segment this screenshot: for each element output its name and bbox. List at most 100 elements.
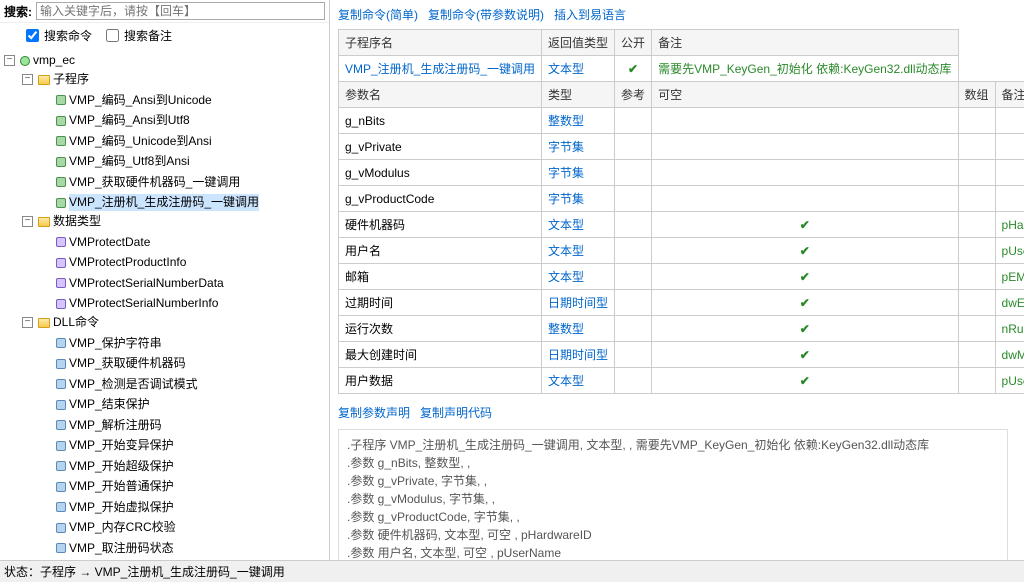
param-remark: pEMail [995,264,1024,290]
param-ref [615,212,652,238]
param-ref [615,264,652,290]
param-opt: ✔ [652,316,958,342]
item-icon [56,278,66,288]
param-ref [615,108,652,134]
param-type[interactable]: 文本型 [548,270,584,284]
tree-group[interactable]: DLL命令 [53,314,99,331]
param-type[interactable]: 文本型 [548,374,584,388]
tree-item[interactable]: VMP_解析注册码 [69,417,162,434]
tree-item[interactable]: VMProtectDate [69,234,150,251]
param-arr [958,290,995,316]
param-type[interactable]: 整数型 [548,114,584,128]
folder-icon [38,75,50,85]
tree-item[interactable]: VMP_获取硬件机器码_一键调用 [69,174,240,191]
tree-item[interactable]: VMP_开始超级保护 [69,458,174,475]
tree-item[interactable]: VMP_内存CRC校验 [69,519,176,536]
tree-item[interactable]: VMP_开始虚拟保护 [69,499,174,516]
table-row: 运行次数整数型✔nRunningTimeLimit [339,316,1024,342]
link-copy-simple[interactable]: 复制命令(简单) [338,6,418,23]
param-ref [615,238,652,264]
tree-item[interactable]: VMP_检测是否调试模式 [69,376,198,393]
item-icon [56,116,66,126]
param-name: 运行次数 [339,316,542,342]
expander-icon[interactable]: − [22,74,33,85]
param-type[interactable]: 日期时间型 [548,348,608,362]
param-remark: dwMaxBuildDate [995,342,1024,368]
tree-item[interactable]: VMProtectSerialNumberData [69,275,224,292]
chk-search-cmd[interactable]: 搜索命令 [22,26,92,45]
item-icon [56,461,66,471]
item-icon [56,157,66,167]
param-type[interactable]: 字节集 [548,192,584,206]
tree-group[interactable]: 数据类型 [53,213,101,230]
th-param-ref: 参考 [615,82,652,108]
param-remark [995,160,1024,186]
param-ref [615,368,652,394]
tree-item[interactable]: VMP_开始普通保护 [69,478,174,495]
link-copy-param-desc[interactable]: 复制参数声明 [338,404,410,421]
chk-search-remark[interactable]: 搜索备注 [102,26,172,45]
expander-icon[interactable]: − [22,216,33,227]
item-icon [56,543,66,553]
param-opt [652,160,958,186]
table-row: 邮箱文本型 ✔ pEMail [339,264,1024,290]
tree-item[interactable]: VMP_开始变异保护 [69,437,174,454]
param-name: 硬件机器码 [339,212,542,238]
param-remark: dwExpDate [995,290,1024,316]
param-name: 最大创建时间 [339,342,542,368]
param-name: 邮箱 [339,264,542,290]
param-type[interactable]: 字节集 [548,140,584,154]
item-icon [56,177,66,187]
link-insert-ey[interactable]: 插入到易语言 [554,6,626,23]
param-opt [652,134,958,160]
param-type[interactable]: 文本型 [548,218,584,232]
param-opt: ✔ [652,368,958,394]
table-row: 过期时间日期时间型✔dwExpDate [339,290,1024,316]
param-opt: ✔ [652,264,958,290]
param-name: g_vProductCode [339,186,542,212]
proc-name[interactable]: VMP_注册机_生成注册码_一键调用 [345,62,535,76]
param-arr [958,212,995,238]
th-param-opt: 可空 [652,82,958,108]
tree-item[interactable]: VMP_编码_Unicode到Ansi [69,133,212,150]
link-copy-param[interactable]: 复制命令(带参数说明) [428,6,544,23]
table-row: 用户名文本型✔pUserName [339,238,1024,264]
proc-ret[interactable]: 文本型 [548,62,584,76]
tree-root-label[interactable]: vmp_ec [33,52,75,69]
param-type[interactable]: 日期时间型 [548,296,608,310]
table-row: 硬件机器码文本型✔pHardwareID [339,212,1024,238]
param-name: g_vModulus [339,160,542,186]
tree-item[interactable]: VMP_结束保护 [69,396,150,413]
param-remark [995,186,1024,212]
th-param-name: 参数名 [339,82,542,108]
tree-item[interactable]: VMP_注册机_生成注册码_一键调用 [69,194,259,211]
tree-group[interactable]: 子程序 [53,71,89,88]
search-input[interactable] [36,2,325,20]
expander-icon[interactable]: − [22,317,33,328]
folder-icon [38,318,50,328]
tree-item[interactable]: VMP_编码_Ansi到Utf8 [69,112,190,129]
tree-item[interactable]: VMP_保护字符串 [69,335,162,352]
tree-item[interactable]: VMP_编码_Utf8到Ansi [69,153,190,170]
tree-view[interactable]: −vmp_ec−子程序VMP_编码_Ansi到UnicodeVMP_编码_Ans… [0,48,329,582]
param-remark [995,108,1024,134]
expander-icon[interactable]: − [4,55,15,66]
item-icon [56,359,66,369]
table-row: g_vModulus 字节集 [339,160,1024,186]
status-text: 状态：子程序 → VMP_注册机_生成注册码_一键调用 [4,563,285,580]
param-type[interactable]: 整数型 [548,322,584,336]
item-icon [56,237,66,247]
search-options: 搜索命令 搜索备注 [0,23,329,48]
tree-item[interactable]: VMP_获取硬件机器码 [69,355,186,372]
th-param-arr: 数组 [958,82,995,108]
tree-item[interactable]: VMP_取注册码状态 [69,540,174,557]
item-icon [56,338,66,348]
table-row: g_vProductCode 字节集 [339,186,1024,212]
param-arr [958,264,995,290]
param-type[interactable]: 文本型 [548,244,584,258]
param-type[interactable]: 字节集 [548,166,584,180]
tree-item[interactable]: VMProtectProductInfo [69,254,186,271]
tree-item[interactable]: VMP_编码_Ansi到Unicode [69,92,212,109]
link-copy-decl-code[interactable]: 复制声明代码 [420,404,492,421]
tree-item[interactable]: VMProtectSerialNumberInfo [69,295,218,312]
